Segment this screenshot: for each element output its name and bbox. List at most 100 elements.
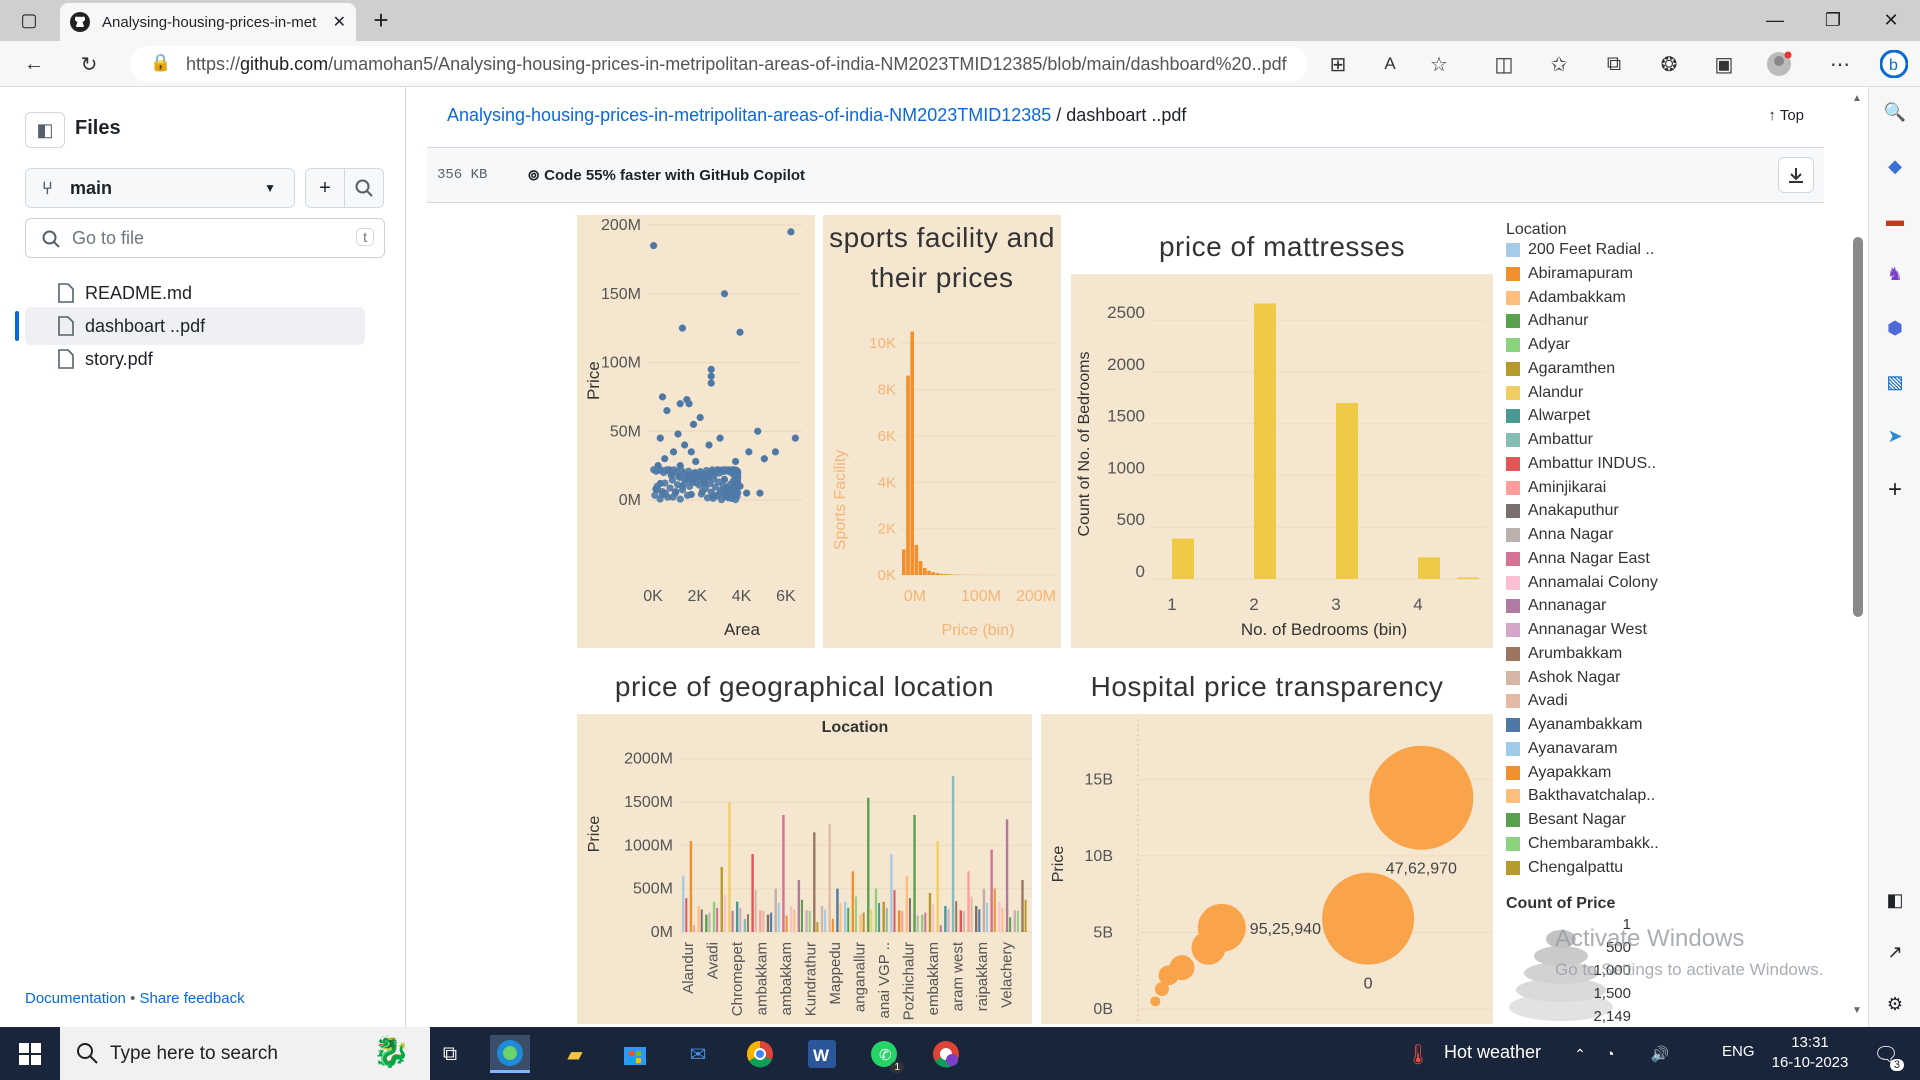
x-tick-label: Kundrathur xyxy=(803,942,820,1016)
legend-label: Anakaputhur xyxy=(1528,502,1619,520)
y-tick-label: 500M xyxy=(633,881,673,898)
split-screen-icon[interactable]: ◫ xyxy=(1490,50,1518,78)
clock[interactable]: 13:31 16-10-2023 xyxy=(1770,1033,1850,1073)
weather-text[interactable]: Hot weather xyxy=(1444,1042,1541,1063)
time: 13:31 xyxy=(1791,1034,1829,1051)
x-axis-label: No. of Bedrooms (bin) xyxy=(1241,620,1407,639)
location-bar xyxy=(870,909,873,932)
breadcrumb: Analysing-housing-prices-in-metripolitan… xyxy=(447,105,1186,126)
repo-link[interactable]: Analysing-housing-prices-in-metripolitan… xyxy=(447,105,1051,125)
scroll-up-icon[interactable]: ▲ xyxy=(1852,93,1862,104)
games-icon[interactable]: ♞ xyxy=(1882,261,1908,287)
microsoft365-icon[interactable]: ⬢ xyxy=(1882,315,1908,341)
edge-app-icon[interactable] xyxy=(490,1035,530,1073)
legend-label: Annamalai Colony xyxy=(1528,573,1658,591)
search-icon[interactable]: 🔍 xyxy=(1882,99,1908,125)
x-tick-label: aram west xyxy=(950,941,967,1011)
task-view-icon[interactable]: ⧉ xyxy=(430,1035,470,1073)
minimize-icon[interactable]: — xyxy=(1746,0,1804,40)
open-external-icon[interactable]: ↗ xyxy=(1882,939,1908,965)
legend-label: Anna Nagar xyxy=(1528,526,1614,543)
profile-avatar-icon[interactable] xyxy=(1765,50,1793,78)
documentation-link[interactable]: Documentation xyxy=(25,990,126,1007)
chrome-icon[interactable] xyxy=(740,1035,780,1073)
feedback-link[interactable]: Share feedback xyxy=(140,990,245,1007)
collections-icon[interactable]: ⧉ xyxy=(1600,50,1628,78)
y-axis-label: Price xyxy=(584,361,603,400)
sidebar-layout-icon[interactable]: ◧ xyxy=(1882,887,1908,913)
refresh-icon[interactable]: ↻ xyxy=(75,50,103,78)
favorite-star-icon[interactable]: ☆ xyxy=(1425,50,1453,78)
favorites-icon[interactable]: ✩ xyxy=(1545,50,1573,78)
url-scheme: https:// xyxy=(186,53,241,74)
scroll-down-icon[interactable]: ▼ xyxy=(1852,1005,1862,1016)
notifications-icon[interactable]: 🗨 3 xyxy=(1866,1035,1906,1073)
url-path: /umamohan5/Analysing-housing-prices-in-m… xyxy=(328,53,1287,74)
copilot-icon[interactable]: b xyxy=(1880,50,1908,78)
close-window-icon[interactable]: ✕ xyxy=(1862,0,1920,40)
legend-item: Chembarambakk.. xyxy=(1506,833,1659,855)
legend-item: Ayapakkam xyxy=(1506,762,1611,784)
location-bar xyxy=(986,902,989,932)
read-aloud-icon[interactable]: A xyxy=(1376,50,1404,78)
scrollbar-thumb[interactable] xyxy=(1853,237,1863,617)
data-point xyxy=(687,490,695,499)
language-indicator[interactable]: ENG xyxy=(1722,1043,1755,1060)
location-bar xyxy=(831,918,834,932)
send-icon[interactable]: ➤ xyxy=(1882,423,1908,449)
data-point xyxy=(650,242,658,250)
legend-label: Ayanavaram xyxy=(1528,739,1618,757)
store-icon[interactable] xyxy=(615,1035,655,1073)
edge-sidebar: 🔍 ◆ ▬ ♞ ⬢ ▧ ➤ + ◧ ↗ ⚙ xyxy=(1868,87,1920,1027)
x-tick-label: embakkam xyxy=(925,942,942,1015)
whatsapp-icon[interactable]: ✆ 1 xyxy=(864,1035,904,1073)
top-label: Top xyxy=(1779,107,1804,124)
maximize-icon[interactable]: ❐ xyxy=(1804,0,1862,40)
chrome-profile-icon[interactable] xyxy=(926,1035,966,1073)
more-menu-icon[interactable]: ⋯ xyxy=(1826,50,1854,78)
x-tick-label: 2 xyxy=(1249,595,1258,614)
data-point xyxy=(709,468,718,477)
collapse-sidebar-icon[interactable]: ◧ xyxy=(25,112,65,148)
volume-icon[interactable]: 🔊 xyxy=(1640,1035,1680,1073)
search-files-button[interactable] xyxy=(344,168,384,208)
location-bar xyxy=(854,896,857,932)
download-button[interactable] xyxy=(1778,157,1814,193)
top-button[interactable]: ↑ Top xyxy=(1768,107,1804,124)
branch-selector[interactable]: ⑂ main ▼ xyxy=(25,168,295,208)
settings-gear-icon[interactable]: ⚙ xyxy=(1882,991,1908,1017)
outlook-icon[interactable]: ▧ xyxy=(1882,369,1908,395)
copilot-text: Code 55% faster with GitHub Copilot xyxy=(544,167,806,184)
location-bar xyxy=(990,849,993,932)
weather-icon[interactable]: 🌡 xyxy=(1398,1035,1438,1073)
tab-actions-icon[interactable]: ▢ xyxy=(0,0,58,40)
shopping-tag-icon[interactable]: ◆ xyxy=(1882,153,1908,179)
windows-start-icon[interactable] xyxy=(10,1035,50,1073)
network-icon[interactable]: ◔ xyxy=(1590,1035,1630,1073)
address-bar[interactable]: 🔒 https://github.com/umamohan5/Analysing… xyxy=(130,46,1308,82)
legend-item: Annanagar West xyxy=(1506,619,1647,641)
page-scrollbar[interactable]: ▲ ▼ xyxy=(1848,87,1868,1027)
data-point xyxy=(709,492,718,500)
y-tick-label: 1500M xyxy=(624,794,673,811)
y-tick-label: 0B xyxy=(1093,1001,1113,1018)
mail-icon[interactable]: ✉ xyxy=(678,1035,718,1073)
add-sidebar-app-icon[interactable]: + xyxy=(1882,476,1908,503)
extension-icon[interactable]: ❂ xyxy=(1655,50,1683,78)
new-tab-icon[interactable]: + xyxy=(352,0,410,40)
file-item[interactable]: story.pdf xyxy=(25,340,365,378)
location-bar xyxy=(962,910,965,932)
word-icon[interactable]: W xyxy=(802,1035,842,1073)
tools-icon[interactable]: ▬ xyxy=(1882,207,1908,233)
bedroom-bar xyxy=(1457,577,1479,579)
browser-tab[interactable]: Analysing-housing-prices-in-met ✕ xyxy=(60,3,356,41)
add-file-button[interactable]: + xyxy=(305,168,345,208)
wallet-icon[interactable]: ▣ xyxy=(1710,50,1738,78)
close-tab-icon[interactable]: ✕ xyxy=(333,12,346,32)
back-icon[interactable]: ← xyxy=(20,50,48,78)
taskbar-search[interactable]: Type here to search 🐉 xyxy=(60,1027,430,1080)
go-to-file-input[interactable]: Go to file t xyxy=(25,218,385,258)
file-explorer-icon[interactable]: ▰ xyxy=(555,1035,595,1073)
app-available-icon[interactable]: ⊞ xyxy=(1324,50,1352,78)
copilot-promo[interactable]: ⊚ Code 55% faster with GitHub Copilot xyxy=(527,166,805,184)
